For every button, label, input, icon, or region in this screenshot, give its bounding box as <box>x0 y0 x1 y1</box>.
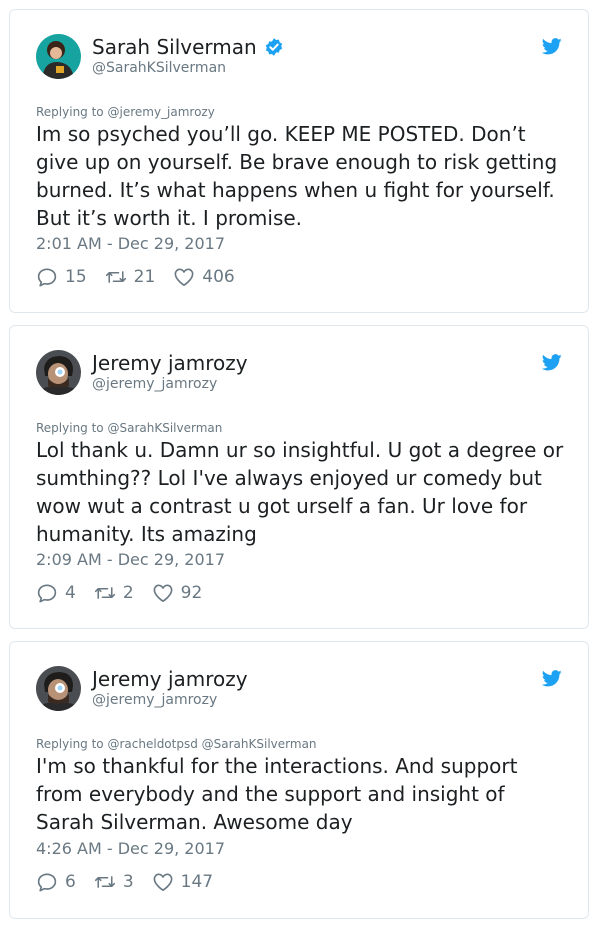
like-count: 406 <box>202 267 235 287</box>
twitter-bird-icon[interactable] <box>542 38 562 55</box>
display-name[interactable]: Jeremy jamrozy <box>92 667 248 691</box>
retweet-button[interactable]: 3 <box>94 872 134 892</box>
twitter-bird-icon[interactable] <box>542 670 562 687</box>
twitter-bird-icon[interactable] <box>542 354 562 371</box>
reply-count: 15 <box>65 267 87 287</box>
display-name[interactable]: Jeremy jamrozy <box>92 351 248 375</box>
verified-badge-icon <box>265 38 282 56</box>
retweet-count: 2 <box>122 583 134 603</box>
tweet-text: I'm so thankful for the interactions. An… <box>36 754 518 834</box>
tweet-card[interactable]: Jeremy jamrozy @jeremy_jamrozy Replying … <box>9 325 589 629</box>
avatar[interactable] <box>36 666 81 711</box>
retweet-icon <box>105 271 126 283</box>
like-count: 147 <box>180 872 214 892</box>
reply-context: Replying to @jeremy_jamrozy <box>36 105 215 119</box>
tweet-card[interactable]: Jeremy jamrozy @jeremy_jamrozy Replying … <box>9 641 589 919</box>
mention-link[interactable]: @SarahKSilverman <box>107 421 222 435</box>
avatar[interactable] <box>36 350 81 395</box>
reply-context: Replying to @SarahKSilverman <box>36 421 223 435</box>
retweet-icon <box>94 587 115 599</box>
action-bar: 4 2 92 <box>36 583 220 603</box>
like-button[interactable]: 92 <box>152 583 203 603</box>
reply-icon <box>37 584 57 603</box>
retweet-button[interactable]: 2 <box>94 583 134 603</box>
like-button[interactable]: 406 <box>173 267 235 287</box>
user-handle[interactable]: @SarahKSilverman <box>92 60 226 76</box>
reply-button[interactable]: 4 <box>36 583 76 603</box>
user-handle[interactable]: @jeremy_jamrozy <box>92 376 217 392</box>
reply-button[interactable]: 6 <box>36 872 76 892</box>
timestamp[interactable]: 4:26 AM - Dec 29, 2017 <box>36 839 225 858</box>
avatar[interactable] <box>36 34 81 79</box>
like-button[interactable]: 147 <box>152 872 213 892</box>
reply-count: 6 <box>65 872 76 892</box>
timestamp[interactable]: 2:01 AM - Dec 29, 2017 <box>36 234 225 253</box>
action-bar: 6 3 147 <box>36 872 231 892</box>
timestamp[interactable]: 2:09 AM - Dec 29, 2017 <box>36 550 225 569</box>
like-icon <box>174 268 194 286</box>
reply-icon <box>37 873 57 892</box>
action-bar: 15 21 406 <box>36 267 253 287</box>
retweet-count: 21 <box>133 267 156 287</box>
tweet-text: Im so psyched you’ll go. KEEP ME POSTED.… <box>36 122 558 230</box>
like-count: 92 <box>180 583 203 603</box>
user-handle[interactable]: @jeremy_jamrozy <box>92 692 217 708</box>
display-name[interactable]: Sarah Silverman <box>92 35 284 59</box>
mention-link[interactable]: @racheldotpsd @SarahKSilverman <box>107 737 316 751</box>
retweet-icon <box>94 876 115 888</box>
like-icon <box>153 584 173 602</box>
reply-button[interactable]: 15 <box>36 267 87 287</box>
reply-icon <box>37 268 57 287</box>
retweet-count: 3 <box>122 872 134 892</box>
reply-context: Replying to @racheldotpsd @SarahKSilverm… <box>36 737 317 751</box>
tweet-card[interactable]: Sarah Silverman @SarahKSilverman Replyin… <box>9 9 589 313</box>
retweet-button[interactable]: 21 <box>105 267 156 287</box>
mention-link[interactable]: @jeremy_jamrozy <box>107 105 214 119</box>
like-icon <box>153 873 173 891</box>
tweet-text: Lol thank u. Damn ur so insightful. U go… <box>36 438 564 546</box>
reply-count: 4 <box>65 583 76 603</box>
